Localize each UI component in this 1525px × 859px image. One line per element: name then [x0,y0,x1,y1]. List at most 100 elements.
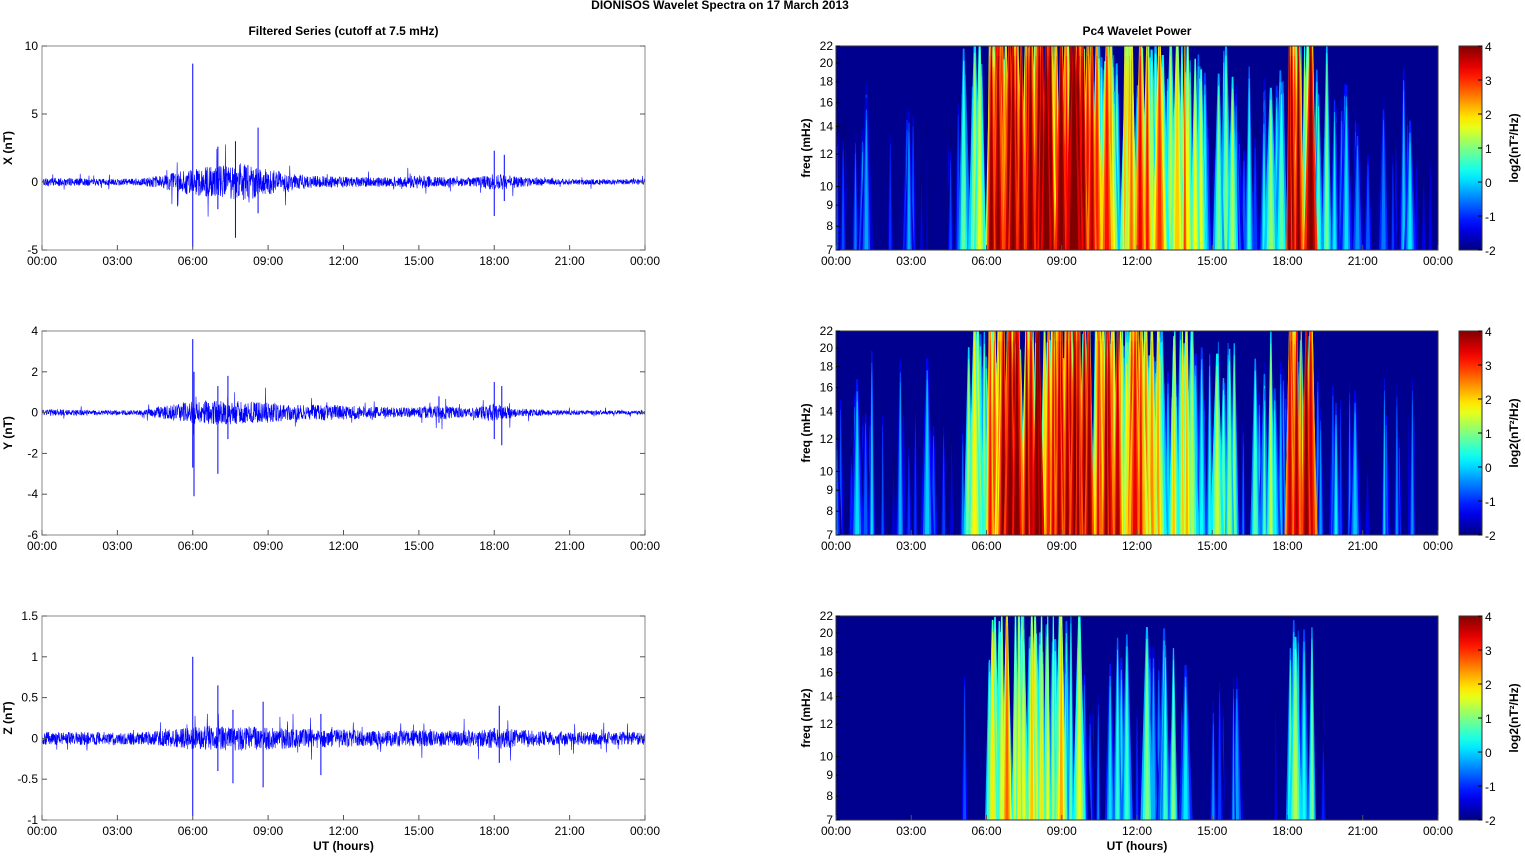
x-tick-label: 18:00 [1272,824,1302,838]
y-tick-label: 20 [820,56,834,70]
x-tick-label: 06:00 [178,254,208,268]
x-tick-label: 00:00 [821,539,851,553]
colorbar-tick-label: -2 [1485,244,1496,258]
y-axis-label: freq (mHz) [799,403,813,462]
colorbar-tick-label: 3 [1485,644,1492,658]
x-tick-label: 06:00 [971,824,1001,838]
x-tick-label: 15:00 [404,539,434,553]
signal-trace [42,713,645,761]
y-axis-label: freq (mHz) [799,118,813,177]
x-tick-label: 12:00 [1122,539,1152,553]
x-tick-label: 09:00 [1047,824,1077,838]
y-tick-label: 16 [820,381,834,395]
colorbar-tick-label: -1 [1485,780,1496,794]
x-tick-label: 15:00 [404,824,434,838]
y-tick-label: -2 [27,446,38,460]
colorbar-tick-label: 3 [1485,74,1492,88]
x-tick-label: 03:00 [896,254,926,268]
colorbar-label: log2(nT²/Hz) [1507,113,1521,182]
y-tick-label: 8 [826,789,833,803]
colorbar-tick-label: -2 [1485,529,1496,543]
wavelet-panel-freq-0: Pc4 Wavelet Power78910121416182022-2-101… [799,24,1521,268]
colorbar-tick-label: -1 [1485,495,1496,509]
x-tick-label: 00:00 [27,539,57,553]
x-tick-label: 21:00 [1348,254,1378,268]
x-tick-label: 06:00 [971,254,1001,268]
x-tick-label: 09:00 [253,539,283,553]
x-tick-label: 03:00 [102,254,132,268]
x-tick-label: 21:00 [555,539,585,553]
y-tick-label: 4 [31,324,38,338]
colorbar-label: log2(nT²/Hz) [1507,683,1521,752]
colorbar-tick-label: 2 [1485,108,1492,122]
x-tick-label: 12:00 [1122,254,1152,268]
y-tick-label: 18 [820,75,834,89]
timeseries-panel-y-1: -6-4-202400:00 03:00 06:00 09:00 12:00 15:00 1… [1,324,660,553]
y-tick-label: 16 [820,96,834,110]
x-tick-label: 00:00 [630,539,660,553]
figure: DIONISOS Wavelet Spectra on 17 March 201… [1,0,1521,853]
y-tick-label: -0.5 [17,772,38,786]
x-tick-label: 00:00 [821,824,851,838]
y-tick-label: 10 [820,464,834,478]
colorbar-tick-label: 0 [1485,746,1492,760]
x-tick-label: 00:00 [1423,254,1453,268]
y-tick-label: 12 [820,717,834,731]
colorbar-tick-label: 4 [1485,610,1492,624]
x-tick-label: 12:00 [1122,824,1152,838]
y-tick-label: 18 [820,645,834,659]
x-tick-label: 15:00 [1197,539,1227,553]
y-axis-label: Y (nT) [1,416,15,450]
colorbar-label: log2(nT²/Hz) [1507,398,1521,467]
y-tick-label: 20 [820,626,834,640]
x-tick-label: 12:00 [328,254,358,268]
x-tick-label: 03:00 [102,539,132,553]
y-tick-label: 10 [820,749,834,763]
x-tick-label: 06:00 [178,824,208,838]
colorbar-tick-label: 2 [1485,393,1492,407]
x-tick-label: 00:00 [1423,539,1453,553]
y-tick-label: 1 [31,650,38,664]
y-tick-label: 22 [820,39,834,53]
figure-title: DIONISOS Wavelet Spectra on 17 March 201… [591,0,849,12]
x-tick-label: 18:00 [479,254,509,268]
x-tick-label: 00:00 [1423,824,1453,838]
colorbar-tick-label: 3 [1485,359,1492,373]
plot-frame [41,615,646,821]
x-axis-label: UT (hours) [1107,839,1168,853]
y-axis-label: Z (nT) [1,701,15,734]
wavelet-panel-freq-2: 78910121416182022-2-101234log2(nT²/Hz)00… [799,609,1521,853]
wavelet-panel-freq-1: 78910121416182022-2-101234log2(nT²/Hz)00… [799,324,1521,553]
x-tick-label: 21:00 [555,254,585,268]
y-tick-label: 0 [31,175,38,189]
y-tick-label: 12 [820,147,834,161]
y-tick-label: 14 [820,690,834,704]
y-tick-label: -4 [27,487,38,501]
x-tick-label: 21:00 [1348,539,1378,553]
y-tick-label: 16 [820,666,834,680]
x-tick-label: 12:00 [328,539,358,553]
y-tick-label: 9 [826,198,833,212]
timeseries-panel-z-2: -1-0.500.511.500:00 03:00 06:00 09:00 12:00 1… [1,609,660,853]
x-tick-label: 18:00 [479,539,509,553]
colorbar-tick-label: 1 [1485,427,1492,441]
y-tick-label: 2 [31,365,38,379]
x-tick-label: 15:00 [1197,824,1227,838]
y-axis-label: freq (mHz) [799,688,813,747]
signal-trace [42,387,645,435]
x-tick-label: 06:00 [178,539,208,553]
x-tick-label: 18:00 [1272,254,1302,268]
x-tick-label: 03:00 [102,824,132,838]
colorbar-tick-label: 0 [1485,176,1492,190]
panel-title: Pc4 Wavelet Power [1083,24,1192,38]
y-tick-label: 10 [25,39,39,53]
y-tick-label: 22 [820,609,834,623]
colorbar-tick-label: 4 [1485,325,1492,339]
x-tick-label: 21:00 [1348,824,1378,838]
y-tick-label: 1.5 [21,609,38,623]
colorbar-tick-label: 2 [1485,678,1492,692]
y-tick-label: 9 [826,483,833,497]
x-axis-label: UT (hours) [313,839,374,853]
panel-title: Filtered Series (cutoff at 7.5 mHz) [248,24,438,38]
y-tick-label: 12 [820,432,834,446]
